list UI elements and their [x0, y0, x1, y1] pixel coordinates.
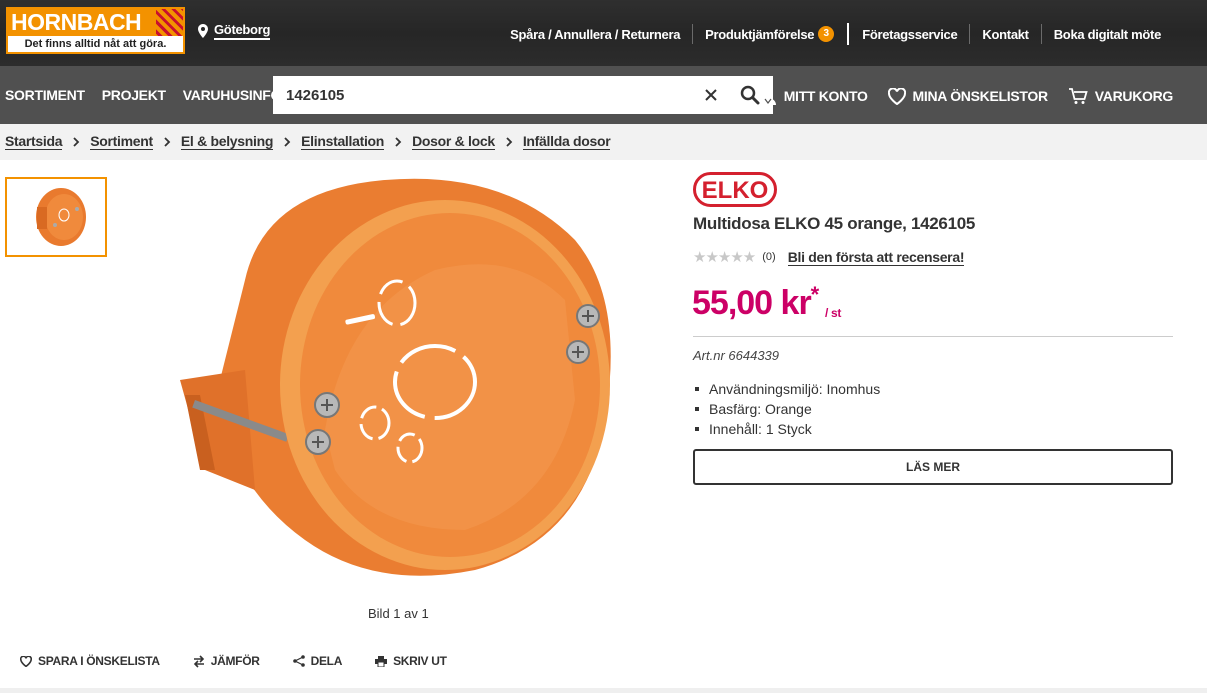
- feature-item: Användningsmiljö: Inomhus: [694, 381, 881, 397]
- chevron-right-icon: [164, 136, 171, 147]
- link-book-digital-meeting[interactable]: Boka digitalt möte: [1040, 24, 1173, 44]
- save-to-wishlist-label: SPARA I ÖNSKELISTA: [38, 654, 160, 668]
- link-product-compare-label: Produktjämförelse: [705, 26, 815, 42]
- account-nav: MITT KONTO MINA ÖNSKELISTOR VARUKORG: [739, 86, 1173, 106]
- cart-icon: [1068, 88, 1088, 104]
- chevron-right-icon: [284, 136, 291, 147]
- cart-button[interactable]: VARUKORG: [1068, 87, 1173, 105]
- gallery-thumbnail[interactable]: [5, 177, 107, 257]
- chevron-right-icon: [73, 136, 80, 147]
- link-track-order[interactable]: Spåra / Annullera / Returnera: [498, 24, 692, 44]
- junction-box-image: [180, 178, 611, 576]
- search-input[interactable]: [273, 76, 693, 114]
- logo-tagline: Det finns alltid nåt att göra.: [8, 36, 183, 52]
- compare-icon: [193, 654, 204, 668]
- separator: [847, 23, 850, 45]
- heart-icon: [887, 87, 906, 105]
- breadcrumb-item[interactable]: El & belysning: [180, 133, 273, 150]
- svg-text:ELKO: ELKO: [702, 177, 769, 204]
- cart-label: VARUKORG: [1094, 88, 1174, 104]
- breadcrumb-item[interactable]: Sortiment: [90, 133, 153, 150]
- store-location[interactable]: Göteborg: [198, 22, 270, 40]
- feature-list: Användningsmiljö: Inomhus Basfärg: Orang…: [694, 379, 881, 439]
- link-product-compare[interactable]: Produktjämförelse 3: [692, 24, 846, 44]
- share-button[interactable]: DELA: [292, 654, 343, 668]
- compare-count-badge: 3: [818, 26, 835, 42]
- rating-stars-icon: ★★★★★: [693, 249, 756, 266]
- main-nav: SORTIMENT PROJEKT VARUHUSINFO MITT KONTO…: [0, 66, 1207, 124]
- service-links: Spåra / Annullera / Returnera Produktjäm…: [498, 23, 1173, 45]
- price-footnote-marker: *: [810, 282, 820, 307]
- breadcrumb: Startsida Sortiment El & belysning Elins…: [0, 124, 1207, 160]
- product-image[interactable]: [175, 170, 625, 580]
- price-amount: 55,00 kr: [692, 284, 812, 322]
- print-label: SKRIV UT: [393, 654, 447, 668]
- wishlists-label: MINA ÖNSKELISTOR: [912, 88, 1049, 104]
- logo-stripes-icon: [156, 9, 183, 36]
- write-review-link[interactable]: Bli den första att recensera!: [787, 249, 964, 266]
- hornbach-logo[interactable]: HORNBACH Det finns alltid nåt att göra.: [6, 7, 185, 54]
- compare-button[interactable]: JÄMFÖR: [193, 654, 260, 668]
- compare-label: JÄMFÖR: [210, 654, 260, 668]
- location-pin-icon: [198, 24, 208, 38]
- user-icon: [759, 87, 776, 105]
- chevron-right-icon: [395, 136, 402, 147]
- clear-search-icon[interactable]: [703, 87, 719, 103]
- nav-links: SORTIMENT PROJEKT VARUHUSINFO: [5, 87, 298, 103]
- section-divider: [0, 688, 1207, 693]
- logo-wordmark: HORNBACH: [8, 9, 158, 36]
- divider: [693, 336, 1173, 337]
- share-label: DELA: [310, 654, 343, 668]
- wishlists-button[interactable]: MINA ÖNSKELISTOR: [887, 87, 1049, 105]
- search-box: [273, 76, 773, 114]
- product-title: Multidosa ELKO 45 orange, 1426105: [693, 214, 976, 233]
- breadcrumb-item[interactable]: Dosor & lock: [412, 133, 495, 150]
- read-more-button[interactable]: LÄS MER: [693, 449, 1173, 485]
- feature-item: Innehåll: 1 Styck: [694, 419, 880, 439]
- store-location-label: Göteborg: [214, 22, 270, 40]
- link-business-service[interactable]: Företagsservice: [850, 24, 969, 44]
- my-account-button[interactable]: MITT KONTO: [759, 86, 868, 106]
- save-to-wishlist-button[interactable]: SPARA I ÖNSKELISTA: [20, 654, 160, 668]
- share-icon: [292, 655, 305, 667]
- breadcrumb-item[interactable]: Infällda dosor: [522, 133, 611, 150]
- image-caption: Bild 1 av 1: [368, 606, 429, 621]
- nav-item-projekt[interactable]: PROJEKT: [102, 87, 166, 103]
- print-button[interactable]: SKRIV UT: [375, 654, 447, 668]
- nav-item-sortiment[interactable]: SORTIMENT: [5, 87, 85, 103]
- elko-logo: ELKO: [693, 172, 777, 207]
- product-rating: ★★★★★ (0) Bli den första att recensera!: [693, 248, 964, 267]
- product-price: 55,00 kr * / st: [692, 282, 842, 323]
- nav-item-varuhusinfo[interactable]: VARUHUSINFO: [183, 87, 282, 103]
- breadcrumb-item[interactable]: Elinstallation: [301, 133, 384, 150]
- chevron-right-icon: [506, 136, 513, 147]
- product-actions: SPARA I ÖNSKELISTA JÄMFÖR DELA SKRIV UT: [20, 654, 480, 668]
- printer-icon: [375, 655, 388, 667]
- top-bar: HORNBACH Det finns alltid nåt att göra. …: [0, 0, 1207, 66]
- breadcrumb-item[interactable]: Startsida: [5, 133, 63, 150]
- link-contact[interactable]: Kontakt: [969, 24, 1040, 44]
- feature-item: Basfärg: Orange: [694, 399, 880, 419]
- review-count: (0): [762, 251, 776, 263]
- thumbnail-image: [36, 188, 86, 246]
- my-account-label: MITT KONTO: [783, 88, 868, 104]
- article-number: Art.nr 6644339: [693, 348, 780, 363]
- heart-icon: [20, 655, 32, 667]
- brand-logo[interactable]: ELKO: [693, 172, 777, 207]
- price-unit: / st: [824, 306, 842, 320]
